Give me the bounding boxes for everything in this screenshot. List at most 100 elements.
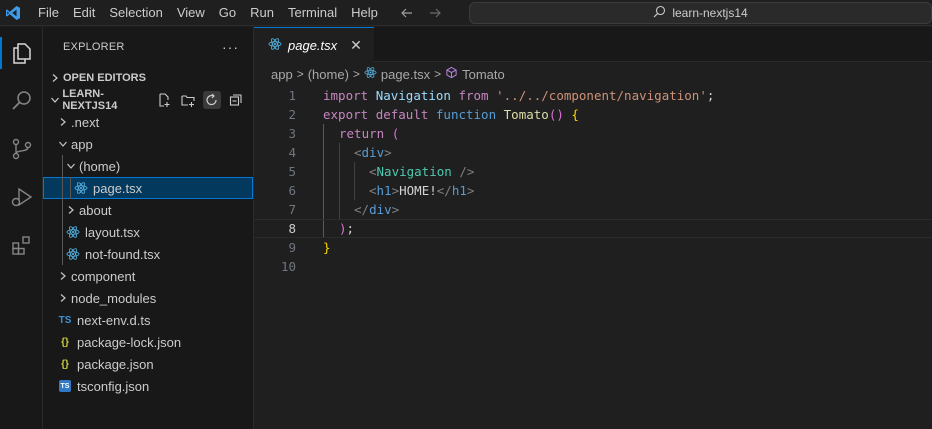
token: > (384, 145, 392, 160)
code-line: 3 return ( (254, 124, 932, 143)
tree-item-label: node_modules (71, 290, 157, 306)
project-section[interactable]: LEARN-NEXTJS14 (43, 88, 253, 112)
menu-terminal[interactable]: Terminal (281, 0, 344, 26)
token: function (435, 107, 497, 122)
run-debug-icon[interactable] (0, 177, 43, 217)
line-number: 4 (288, 145, 296, 160)
json-icon: {} (61, 358, 69, 370)
breadcrumb-label: page.tsx (380, 66, 431, 82)
command-center-search[interactable]: learn-nextjs14 (469, 2, 932, 24)
line-content: return ( (339, 126, 399, 141)
menu-selection[interactable]: Selection (102, 0, 169, 26)
line-content: } (323, 240, 331, 255)
search-activity-icon[interactable] (0, 81, 43, 121)
menu-help[interactable]: Help (344, 0, 385, 26)
tree-item-home[interactable]: (home) (43, 155, 253, 177)
code-line: 9 } (254, 238, 932, 257)
token: '../../component/navigation' (496, 88, 707, 103)
token: < (369, 183, 377, 198)
search-icon (653, 5, 666, 21)
chevron-right-icon (63, 202, 79, 218)
new-folder-icon[interactable] (179, 91, 197, 109)
breadcrumb-tomato[interactable]: Tomato (445, 66, 505, 82)
line-number: 8 (288, 221, 296, 236)
code-line-current: 8 ); (254, 219, 932, 238)
tree-item-next[interactable]: .next (43, 111, 253, 133)
breadcrumb-home[interactable]: (home) (308, 67, 349, 82)
code-line: 6 <h1>HOME!</h1> (254, 181, 932, 200)
menu-bar: File Edit Selection View Go Run Terminal… (31, 0, 385, 26)
project-header[interactable]: LEARN-NEXTJS14 (43, 88, 155, 112)
code-editor[interactable]: 1 import Navigation from '../../componen… (254, 86, 932, 429)
source-control-icon[interactable] (0, 129, 43, 169)
open-editors-section[interactable]: OPEN EDITORS (43, 67, 253, 89)
code-line: 5 <Navigation /> (254, 162, 932, 181)
code-line: 1 import Navigation from '../../componen… (254, 86, 932, 105)
react-icon (364, 66, 377, 82)
explorer-sidebar: EXPLORER ··· OPEN EDITORS LEARN-NEXTJS14 (43, 27, 254, 429)
explorer-header: EXPLORER ··· (43, 27, 253, 67)
refresh-icon[interactable] (203, 91, 221, 109)
tree-item-component[interactable]: component (43, 265, 253, 287)
react-icon (65, 224, 81, 240)
line-number: 7 (288, 202, 296, 217)
tree-item-about[interactable]: about (43, 199, 253, 221)
token: Navigation (375, 88, 451, 103)
title-bar: File Edit Selection View Go Run Terminal… (0, 0, 932, 26)
react-icon (73, 180, 89, 196)
line-content: </div> (354, 202, 399, 217)
token: > (391, 202, 400, 217)
breadcrumb-app[interactable]: app (271, 67, 293, 82)
tree-item-label: tsconfig.json (77, 378, 150, 394)
menu-view[interactable]: View (170, 0, 212, 26)
line-content: <Navigation /> (369, 164, 474, 179)
indent-guide (62, 177, 63, 199)
navigation-arrows (399, 5, 443, 21)
new-file-icon[interactable] (155, 91, 173, 109)
breadcrumb-label: app (271, 66, 293, 82)
line-number: 5 (288, 164, 296, 179)
tree-item-tsconfig[interactable]: TS tsconfig.json (43, 375, 253, 397)
chevron-down-icon (47, 95, 62, 105)
token: from (458, 88, 489, 103)
explorer-icon[interactable] (0, 33, 43, 73)
tree-item-package-json[interactable]: {} package.json (43, 353, 253, 375)
line-content: import Navigation from '../../component/… (323, 88, 714, 103)
vscode-logo-icon (0, 0, 26, 26)
forward-arrow-icon[interactable] (427, 5, 443, 21)
tree-item-not-found-tsx[interactable]: not-found.tsx (43, 243, 253, 265)
breadcrumb-separator: > (352, 67, 360, 81)
menu-run[interactable]: Run (243, 0, 281, 26)
indent-guide (62, 243, 63, 265)
tree-item-app[interactable]: app (43, 133, 253, 155)
token: h1 (376, 183, 392, 198)
token: { (571, 107, 579, 122)
tree-item-layout-tsx[interactable]: layout.tsx (43, 221, 253, 243)
tree-item-next-env[interactable]: TS next-env.d.ts (43, 309, 253, 331)
token: </ (354, 202, 370, 217)
collapse-all-icon[interactable] (227, 91, 245, 109)
tab-page-tsx[interactable]: page.tsx ✕ (254, 27, 374, 62)
react-icon (268, 37, 282, 54)
back-arrow-icon[interactable] (399, 5, 415, 21)
line-number: 2 (288, 107, 296, 122)
tree-item-page-tsx[interactable]: page.tsx (43, 177, 253, 199)
tree-item-label: (home) (79, 158, 121, 174)
token: return (339, 126, 385, 141)
breadcrumb-separator: > (296, 67, 304, 81)
token: export (323, 107, 369, 122)
tree-item-label: layout.tsx (85, 224, 140, 240)
line-number: 6 (288, 183, 296, 198)
extensions-icon[interactable] (0, 225, 43, 265)
menu-go[interactable]: Go (212, 0, 243, 26)
line-number: 3 (288, 126, 296, 141)
close-icon[interactable]: ✕ (348, 37, 364, 53)
tree-item-package-lock[interactable]: {} package-lock.json (43, 331, 253, 353)
tree-item-node-modules[interactable]: node_modules (43, 287, 253, 309)
more-actions-icon[interactable]: ··· (222, 39, 239, 55)
menu-edit[interactable]: Edit (66, 0, 102, 26)
menu-file[interactable]: File (31, 0, 66, 26)
breadcrumb-page-tsx[interactable]: page.tsx (364, 66, 430, 82)
token: Navigation (376, 164, 452, 179)
code-line: 10 (254, 257, 932, 276)
